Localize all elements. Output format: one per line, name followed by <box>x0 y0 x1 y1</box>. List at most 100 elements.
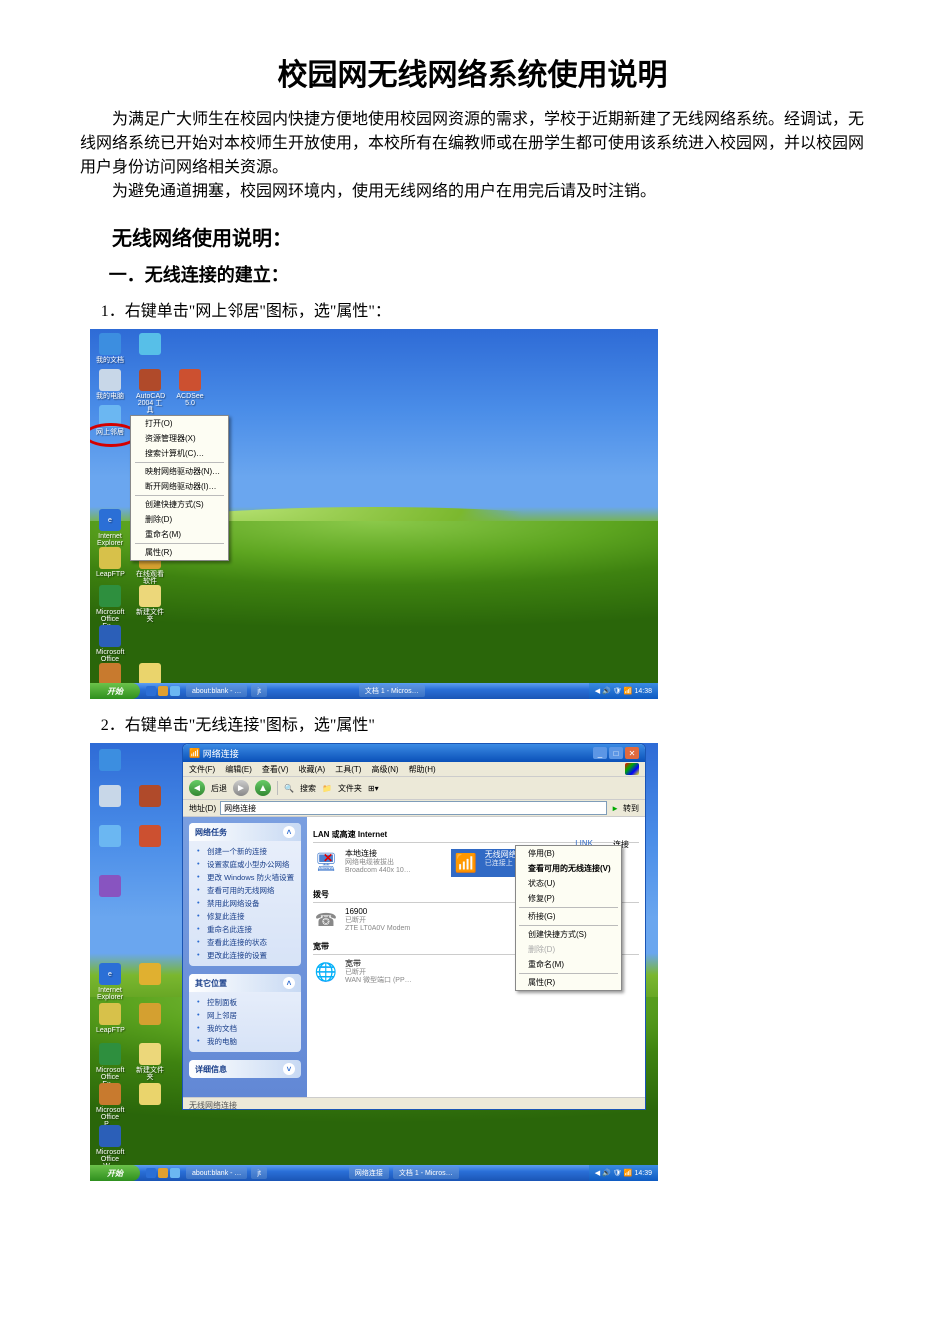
sidebar-link[interactable]: 我的电脑 <box>195 1035 295 1048</box>
address-input[interactable] <box>220 801 607 815</box>
window-title: 网络连接 <box>203 747 239 760</box>
minimize-button[interactable]: _ <box>593 747 607 759</box>
taskbar-button[interactable]: about:blank - … <box>186 1167 247 1179</box>
go-icon[interactable]: ► <box>611 804 619 813</box>
start-button[interactable]: 开始 <box>90 1165 140 1181</box>
sidebar: 网络任务˄ 创建一个新的连接 设置家庭或小型办公网络 更改 Windows 防火… <box>183 817 307 1097</box>
menu-advanced[interactable]: 高级(N) <box>371 764 398 775</box>
tray-icon: 🔊 <box>602 687 611 695</box>
sidebar-link[interactable]: 修复此连接 <box>195 910 295 923</box>
sidebar-link[interactable]: 查看可用的无线网络 <box>195 884 295 897</box>
taskbar-button[interactable]: 网络连接 <box>349 1167 389 1179</box>
start-button[interactable]: 开始 <box>90 683 140 699</box>
menu-item-map-drive[interactable]: 映射网络驱动器(N)… <box>131 464 228 479</box>
sidebar-link[interactable]: 创建一个新的连接 <box>195 845 295 858</box>
menu-item-properties[interactable]: 属性(R) <box>131 545 228 560</box>
subsection-heading-1: 一．无线连接的建立： <box>80 261 865 287</box>
menu-item-disable[interactable]: 停用(B) <box>516 846 621 861</box>
desktop-icon-label: 新建文件夹 <box>136 609 164 623</box>
step-2-text: 2．右键单击"无线连接"图标，选"属性" <box>80 711 865 735</box>
desktop-icon-label: AutoCAD 2004 工具 <box>136 393 165 414</box>
menu-item-search-computer[interactable]: 搜索计算机(C)… <box>131 446 228 461</box>
sidebar-link[interactable]: 更改此连接的设置 <box>195 949 295 962</box>
broadband-icon: 🌐 <box>313 959 339 985</box>
menu-item-rename[interactable]: 重命名(M) <box>516 957 621 972</box>
desktop-icon-label: 我的文档 <box>96 357 124 364</box>
tray-clock: 14:38 <box>634 688 652 695</box>
sidebar-panel-details: 详细信息˅ <box>189 1060 301 1078</box>
toolbar[interactable]: ◄ 后退 ► ▲ 🔍搜索 📁文件夹 ⊞▾ <box>183 777 645 800</box>
sidebar-panel-tasks: 网络任务˄ 创建一个新的连接 设置家庭或小型办公网络 更改 Windows 防火… <box>189 823 301 966</box>
menu-item-properties[interactable]: 属性(R) <box>516 975 621 990</box>
menu-item-explorer[interactable]: 资源管理器(X) <box>131 431 228 446</box>
page-title: 校园网无线网络系统使用说明 <box>80 50 865 94</box>
desktop-icon-label: Internet Explorer <box>97 533 123 547</box>
menu-file[interactable]: 文件(F) <box>189 764 215 775</box>
menu-item-open[interactable]: 打开(O) <box>131 416 228 431</box>
window-titlebar[interactable]: 📶 网络连接 _ □ ✕ <box>183 744 645 762</box>
screenshot-2-network-connections: eInternet Explorer LeapFTP Microsoft Off… <box>90 743 658 1181</box>
tray-clock: 14:39 <box>634 1170 652 1177</box>
system-tray[interactable]: ◀ 🔊 🛡 📶 14:39 <box>589 1165 658 1181</box>
address-bar[interactable]: 地址(D) ► 转到 <box>183 800 645 817</box>
search-icon[interactable]: 🔍 <box>284 784 294 793</box>
menu-item-rename[interactable]: 重命名(M) <box>131 527 228 542</box>
sidebar-link[interactable]: 查看此连接的状态 <box>195 936 295 949</box>
menu-item-disconnect-drive[interactable]: 断开网络驱动器(I)… <box>131 479 228 494</box>
taskbar-button[interactable]: about:blank - … <box>186 685 247 697</box>
chevron-down-icon[interactable]: ˅ <box>283 1063 295 1075</box>
modem-icon: ☎ <box>313 907 339 933</box>
menu-item-create-shortcut[interactable]: 创建快捷方式(S) <box>131 497 228 512</box>
desktop-icon-label: 我的电脑 <box>96 393 124 400</box>
chevron-up-icon[interactable]: ˄ <box>283 826 295 838</box>
tray-icon: 🛡 <box>613 1169 622 1177</box>
taskbar[interactable]: 开始 about:blank - … jt 文档 1 - Micros… ◀ 🔊… <box>90 683 658 699</box>
back-button[interactable]: ◄ <box>189 780 205 796</box>
menu-help[interactable]: 帮助(H) <box>409 764 436 775</box>
intro-paragraph-1: 为满足广大师生在校园内快捷方便地使用校园网资源的需求，学校于近期新建了无线网络系… <box>80 108 865 180</box>
menu-tools[interactable]: 工具(T) <box>335 764 361 775</box>
folders-icon[interactable]: 📁 <box>322 784 332 793</box>
menu-item-repair[interactable]: 修复(P) <box>516 891 621 906</box>
screenshot-1-desktop: 我的文档 我的电脑 网上邻居 eInternet Explorer LeapFT… <box>90 329 658 699</box>
taskbar-button[interactable]: 文档 1 - Micros… <box>359 685 425 697</box>
context-menu[interactable]: 打开(O) 资源管理器(X) 搜索计算机(C)… 映射网络驱动器(N)… 断开网… <box>130 415 229 561</box>
taskbar-button[interactable]: 文档 1 - Micros… <box>393 1167 459 1179</box>
system-tray[interactable]: ◀ 🔊 🛡 📶 14:38 <box>589 683 658 699</box>
taskbar-button[interactable]: jt <box>251 1167 267 1179</box>
tray-icon: 🛡 <box>613 687 622 695</box>
views-icon[interactable]: ⊞▾ <box>368 784 379 793</box>
menu-item-bridge[interactable]: 桥接(G) <box>516 909 621 924</box>
maximize-button[interactable]: □ <box>609 747 623 759</box>
sidebar-link[interactable]: 设置家庭或小型办公网络 <box>195 858 295 871</box>
sidebar-link[interactable]: 网上邻居 <box>195 1009 295 1022</box>
sidebar-link[interactable]: 控制面板 <box>195 996 295 1009</box>
desktop-icon-label: ACDSee 5.0 <box>176 393 203 407</box>
menu-item-view-wireless[interactable]: 查看可用的无线连接(V) <box>516 861 621 876</box>
menu-bar[interactable]: 文件(F) 编辑(E) 查看(V) 收藏(A) 工具(T) 高级(N) 帮助(H… <box>183 762 645 777</box>
tray-icon: 🔊 <box>602 1169 611 1177</box>
sidebar-link[interactable]: 更改 Windows 防火墙设置 <box>195 871 295 884</box>
sidebar-link[interactable]: 重命名此连接 <box>195 923 295 936</box>
taskbar-button[interactable]: jt <box>251 685 267 697</box>
up-button[interactable]: ▲ <box>255 780 271 796</box>
explorer-window: 📶 网络连接 _ □ ✕ 文件(F) 编辑(E) 查看(V) 收藏(A) 工具(… <box>182 743 646 1110</box>
context-menu-wireless[interactable]: 停用(B) 查看可用的无线连接(V) 状态(U) 修复(P) 桥接(G) 创建快… <box>515 845 622 991</box>
status-bar: 无线网络连接 <box>183 1097 645 1110</box>
section-heading: 无线网络使用说明： <box>80 222 865 251</box>
menu-favorites[interactable]: 收藏(A) <box>299 764 326 775</box>
menu-view[interactable]: 查看(V) <box>262 764 289 775</box>
sidebar-link[interactable]: 禁用此网络设备 <box>195 897 295 910</box>
connection-item-lan[interactable]: 🖥✕ 本地连接 网络电缆被拔出 Broadcom 440x 10… <box>313 849 411 877</box>
taskbar[interactable]: 开始 about:blank - … jt 网络连接 文档 1 - Micros… <box>90 1165 658 1181</box>
menu-item-delete[interactable]: 删除(D) <box>131 512 228 527</box>
close-button[interactable]: ✕ <box>625 747 639 759</box>
menu-item-create-shortcut[interactable]: 创建快捷方式(S) <box>516 927 621 942</box>
sidebar-link[interactable]: 我的文档 <box>195 1022 295 1035</box>
tray-icon: 📶 <box>624 1169 633 1177</box>
menu-edit[interactable]: 编辑(E) <box>225 764 252 775</box>
forward-button[interactable]: ► <box>233 780 249 796</box>
chevron-up-icon[interactable]: ˄ <box>283 977 295 989</box>
menu-item-status[interactable]: 状态(U) <box>516 876 621 891</box>
address-label: 地址(D) <box>189 803 216 814</box>
